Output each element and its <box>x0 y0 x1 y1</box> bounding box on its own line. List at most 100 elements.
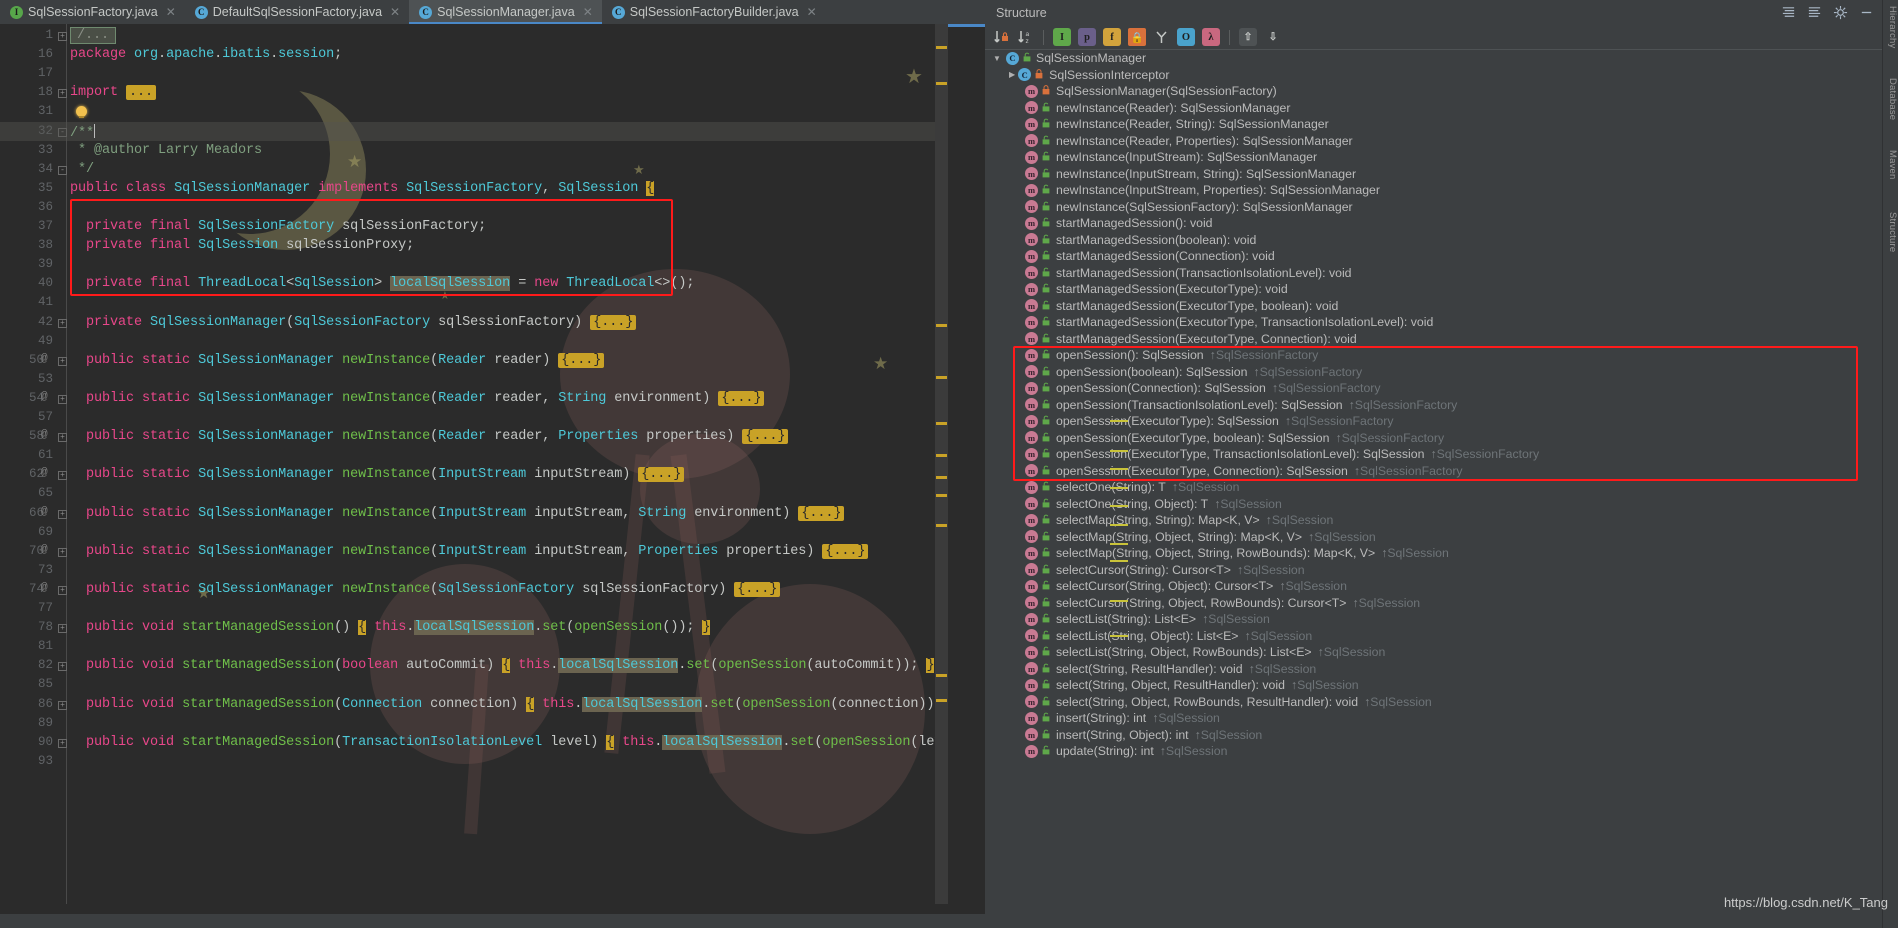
gutter-marker[interactable] <box>936 494 947 497</box>
code-line[interactable]: public void startManagedSession(boolean … <box>70 658 935 674</box>
structure-tree-row[interactable]: m newInstance(InputStream, String): SqlSe… <box>985 166 1882 183</box>
code-fold-toggle[interactable]: + <box>58 738 67 748</box>
right-tool-strip[interactable]: Hierarchy Database Maven Structure <box>1882 0 1898 928</box>
code-fold-toggle[interactable]: + <box>58 318 67 328</box>
structure-tree-row[interactable]: m selectList(String, Object, RowBounds): … <box>985 644 1882 661</box>
code-line[interactable]: public static SqlSessionManager newInsta… <box>70 505 845 521</box>
gutter-marker[interactable] <box>936 476 947 479</box>
structure-header-icons[interactable] <box>1781 5 1874 20</box>
structure-tree-row[interactable]: m openSession(TransactionIsolationLevel):… <box>985 397 1882 414</box>
structure-tree-row[interactable]: m newInstance(InputStream): SqlSessionMan… <box>985 149 1882 166</box>
structure-tree-row[interactable]: m startManagedSession(ExecutorType, Conne… <box>985 331 1882 348</box>
close-icon[interactable]: ✕ <box>583 5 593 19</box>
structure-tree-row[interactable]: ▶ C SqlSessionInterceptor <box>985 67 1882 84</box>
gutter-marker[interactable] <box>936 454 947 457</box>
override-marker-icon[interactable]: @ <box>41 582 48 594</box>
structure-tree-row[interactable]: m openSession(Connection): SqlSession ↑ Sql… <box>985 380 1882 397</box>
gutter-marker[interactable] <box>936 376 947 379</box>
structure-tree-row[interactable]: m insert(String): int ↑ SqlSession <box>985 710 1882 727</box>
editor-tab-3[interactable]: C SqlSessionFactoryBuilder.java ✕ <box>602 0 826 24</box>
structure-tree-row[interactable]: m startManagedSession(TransactionIsolatio… <box>985 265 1882 282</box>
structure-tree-row[interactable]: m startManagedSession(Connection): void <box>985 248 1882 265</box>
sort-by-visibility-icon[interactable] <box>993 29 1010 46</box>
tool-tab-structure[interactable]: Structure <box>1884 212 1898 252</box>
editor-marker-strip[interactable] <box>935 24 948 904</box>
structure-tree-row[interactable]: m newInstance(InputStream, Properties): S… <box>985 182 1882 199</box>
structure-tree-row[interactable]: m SqlSessionManager(SqlSessionFactory) <box>985 83 1882 100</box>
collapse-all-icon[interactable] <box>1807 5 1822 20</box>
code-fold-toggle[interactable]: + <box>58 433 67 443</box>
structure-tree-row[interactable]: m select(String, Object, ResultHandler): … <box>985 677 1882 694</box>
structure-tree[interactable]: ▼ C SqlSessionManager ▶ C SqlSessionIntercept… <box>985 50 1882 928</box>
structure-tree-row[interactable]: m startManagedSession(ExecutorType): void <box>985 281 1882 298</box>
structure-tree-row[interactable]: m newInstance(Reader, Properties): SqlSes… <box>985 133 1882 150</box>
code-line[interactable]: public void startManagedSession() { this… <box>70 620 711 636</box>
code-fold-toggle[interactable]: + <box>58 585 67 595</box>
structure-toolbar[interactable]: a z I p f 🔒 O λ ⇧ ⇩ <box>985 25 1882 50</box>
structure-tree-row[interactable]: m select(String, Object, RowBounds, Resul… <box>985 694 1882 711</box>
tool-tab-database[interactable]: Database <box>1884 78 1898 120</box>
structure-root-node[interactable]: ▼ C SqlSessionManager <box>985 50 1882 67</box>
close-icon[interactable]: ✕ <box>166 5 176 19</box>
code-editor[interactable]: ★ ★ ★ ★ ★ ★ 1 +16 17 18 +31 32-33 34-35 36 37 38 3… <box>0 24 948 904</box>
gear-icon[interactable] <box>1833 5 1848 20</box>
code-fold-toggle[interactable]: + <box>58 700 67 710</box>
code-line[interactable]: package org.apache.ibatis.session; <box>70 47 342 62</box>
code-line[interactable]: public void startManagedSession(Connecti… <box>70 696 948 712</box>
code-fold-toggle[interactable]: + <box>58 394 67 404</box>
code-line[interactable]: private final SqlSession sqlSessionProxy… <box>70 238 414 253</box>
override-marker-icon[interactable]: @ <box>41 429 48 441</box>
structure-tree-row[interactable]: m startManagedSession(ExecutorType, Trans… <box>985 314 1882 331</box>
structure-tree-row[interactable]: m startManagedSession(): void <box>985 215 1882 232</box>
gutter-marker[interactable] <box>936 699 947 702</box>
code-fold-toggle[interactable]: + <box>58 356 67 366</box>
override-marker-icon[interactable]: @ <box>41 544 48 556</box>
gutter-marker[interactable] <box>936 46 947 49</box>
code-line[interactable]: public static SqlSessionManager newInsta… <box>70 352 605 368</box>
structure-tree-row[interactable]: m selectList(String): List<E> ↑ SqlSession <box>985 611 1882 628</box>
structure-tree-row[interactable]: m openSession(): SqlSession ↑ SqlSessionFac… <box>985 347 1882 364</box>
code-line[interactable]: */ <box>70 162 94 177</box>
expand-all-tree-icon[interactable]: ⇧ <box>1239 28 1257 46</box>
code-fold-toggle[interactable]: + <box>58 471 67 481</box>
show-non-public-icon[interactable]: 🔒 <box>1128 28 1146 46</box>
code-fold-toggle[interactable]: - <box>58 165 67 175</box>
structure-tree-row[interactable]: m newInstance(SqlSessionFactory): SqlSess… <box>985 199 1882 216</box>
code-line[interactable]: * @author Larry Meadors <box>70 143 262 158</box>
structure-tree-row[interactable]: m selectCursor(String, Object): Cursor<T>… <box>985 578 1882 595</box>
code-line[interactable]: /** <box>70 123 96 141</box>
editor-tab-2[interactable]: C SqlSessionManager.java ✕ <box>409 0 602 24</box>
code-line[interactable]: public static SqlSessionManager newInsta… <box>70 390 765 406</box>
structure-tree-row[interactable]: m openSession(ExecutorType, Connection): … <box>985 463 1882 480</box>
override-marker-icon[interactable]: @ <box>41 467 48 479</box>
code-line[interactable]: import ... <box>70 85 157 101</box>
close-icon[interactable]: ✕ <box>807 5 817 19</box>
collapse-all-tree-icon[interactable]: ⇩ <box>1264 28 1282 46</box>
structure-tree-row[interactable]: m insert(String, Object): int ↑ SqlSession <box>985 727 1882 744</box>
code-line[interactable]: public static SqlSessionManager newInsta… <box>70 429 789 445</box>
tool-tab-hierarchy[interactable]: Hierarchy <box>1884 6 1898 48</box>
group-by-icon[interactable] <box>1153 29 1170 46</box>
gutter-marker[interactable] <box>936 674 947 677</box>
code-fold-toggle[interactable]: + <box>58 624 67 634</box>
code-line[interactable]: public static SqlSessionManager newInsta… <box>70 467 685 483</box>
structure-tree-row[interactable]: m startManagedSession(ExecutorType, boole… <box>985 298 1882 315</box>
structure-tree-row[interactable]: m openSession(ExecutorType, TransactionIs… <box>985 446 1882 463</box>
code-line[interactable]: public class SqlSessionManager implement… <box>70 180 654 196</box>
code-fold-toggle[interactable]: + <box>58 662 67 672</box>
code-line[interactable]: public static SqlSessionManager newInsta… <box>70 543 869 559</box>
show-inherited-icon[interactable]: I <box>1053 28 1071 46</box>
code-fold-toggle[interactable]: + <box>58 547 67 557</box>
code-line[interactable]: private SqlSessionManager(SqlSessionFact… <box>70 314 637 330</box>
structure-tree-row[interactable]: m select(String, ResultHandler): void ↑ Sql… <box>985 661 1882 678</box>
minimize-icon[interactable] <box>1859 5 1874 20</box>
code-line[interactable]: /... <box>70 27 117 44</box>
structure-tree-row[interactable]: m selectCursor(String): Cursor<T> ↑ SqlSess… <box>985 562 1882 579</box>
chevron-down-icon[interactable]: ▼ <box>993 54 1002 63</box>
structure-tree-row[interactable]: m selectOne(String, Object): T ↑ SqlSession <box>985 496 1882 513</box>
gutter-marker[interactable] <box>936 324 947 327</box>
structure-tree-row[interactable]: m newInstance(Reader): SqlSessionManager <box>985 100 1882 117</box>
editor-tab-0[interactable]: I SqlSessionFactory.java ✕ <box>0 0 185 24</box>
sort-alphabetically-icon[interactable]: a z <box>1017 29 1034 46</box>
gutter-marker[interactable] <box>936 422 947 425</box>
